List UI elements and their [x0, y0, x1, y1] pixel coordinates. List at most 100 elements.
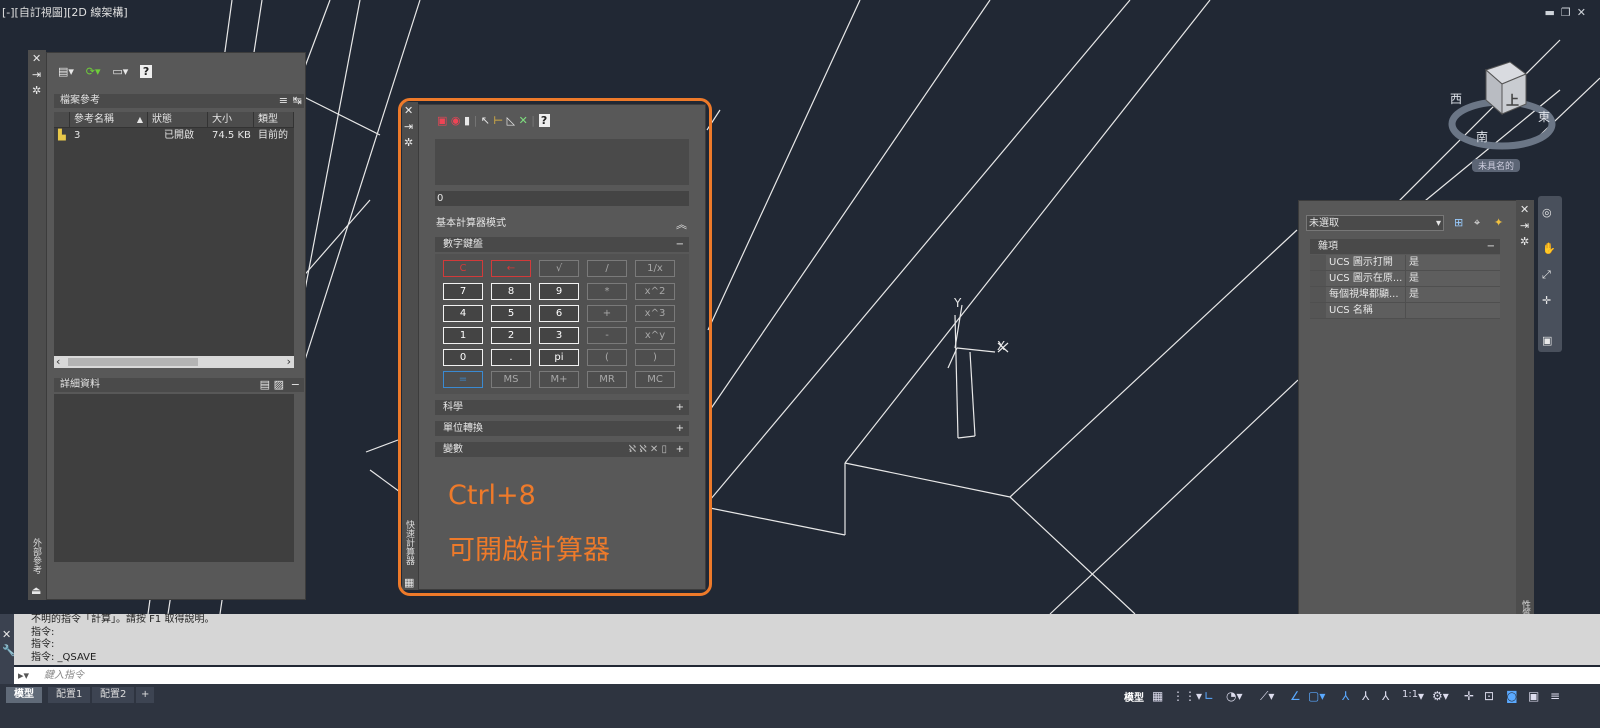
viewport-window-controls[interactable]: ▬❐✕ [1545, 6, 1593, 19]
command-history: 不明的指令「計算」。請按 F1 取得說明。 指令: 指令: 指令: _QSAVE [14, 614, 1600, 665]
chevron-down-icon: ▾ [1435, 218, 1441, 229]
col-ref-name[interactable]: 參考名稱 ▲ [70, 112, 148, 127]
dwg-file-icon: ▙ [58, 130, 66, 141]
annotation-caption: 可開啟計算器 [448, 535, 610, 566]
xref-side-label: 外部參考 [31, 538, 41, 574]
selection-dropdown[interactable]: 未選取 ▾ [1306, 215, 1444, 231]
details-title-label: 詳細資料 [60, 379, 100, 390]
scroll-left-icon[interactable]: ‹ [56, 355, 60, 368]
command-input[interactable]: 鍵入指令 [14, 667, 1600, 684]
scroll-right-icon[interactable]: › [287, 355, 291, 368]
annotation-monitor-icon[interactable]: ✛ [1464, 689, 1474, 703]
property-row[interactable]: UCS 圖示在原... 是 [1310, 271, 1500, 287]
isodraft-icon[interactable]: ⟋▾ [1260, 689, 1274, 704]
collapse-icon[interactable]: − [291, 378, 300, 392]
close-icon[interactable]: ✕ [1577, 6, 1592, 19]
viewport-label[interactable]: [-][自訂視圖][2D 線架構] [2, 4, 128, 20]
showmotion-icon[interactable]: ▣ [1542, 334, 1552, 347]
steering-wheel-icon[interactable]: ◎ [1542, 206, 1552, 219]
minimize-icon[interactable]: ▬ [1545, 6, 1561, 19]
property-row[interactable]: UCS 圖示打開 是 [1310, 255, 1500, 271]
properties-settings-icon[interactable]: ✲ [1520, 235, 1529, 248]
zoom-icon[interactable]: ⤢ [1542, 268, 1551, 282]
ref-status-cell: 已開啟 [164, 130, 194, 141]
command-close-icon[interactable]: ✕ [2, 628, 11, 641]
xref-title-label: 檔案參考 [60, 95, 100, 106]
highlight-frame [398, 98, 712, 596]
grid-icon[interactable]: ▦ [1152, 689, 1163, 703]
tab-layout1[interactable]: 配置1 [48, 687, 91, 703]
clean-screen-icon[interactable]: ▣ [1528, 689, 1539, 703]
help-icon[interactable]: ? [140, 65, 153, 78]
property-row[interactable]: 每個視埠都顯... 是 [1310, 287, 1500, 303]
col-status[interactable]: 狀態 [148, 112, 208, 127]
xref-side-strip[interactable] [28, 50, 46, 600]
properties-autohide-icon[interactable]: ⇥ [1520, 219, 1529, 232]
properties-side-strip[interactable] [1516, 200, 1534, 642]
annotation-shortcut: Ctrl+8 [448, 480, 536, 511]
xref-close-icon[interactable]: ✕ [32, 52, 41, 65]
annotation-visibility-icon[interactable]: ⅄ [1342, 689, 1349, 703]
ucs-y-label: Y [954, 296, 962, 310]
select-objects-icon[interactable]: ⌖ [1474, 216, 1480, 230]
viewcube-top-label[interactable]: 上 [1506, 90, 1519, 109]
restore-icon[interactable]: ❐ [1561, 6, 1577, 19]
command-prompt-icon[interactable]: ▸▾ [18, 669, 29, 682]
command-line-grip[interactable]: ✕ 🔧 [0, 614, 16, 684]
details-section-title: 詳細資料 ▤ ▨ − [54, 378, 304, 392]
viewcube[interactable]: 上 西 東 南 未具名的 [1446, 58, 1558, 174]
tab-layout2[interactable]: 配置2 [92, 687, 135, 703]
tree-view-icon[interactable]: ↹ [293, 94, 302, 108]
add-layout-button[interactable]: + [136, 687, 155, 703]
refresh-icon[interactable]: ⟳▾ [86, 65, 101, 78]
compass-south[interactable]: 南 [1476, 128, 1488, 145]
attach-dwg-icon[interactable]: ▤▾ [58, 65, 74, 78]
table-row[interactable]: ▙ 3 已開啟 74.5 KB 目前的 [54, 128, 294, 143]
auto-scale-icon[interactable]: ⅄ [1362, 689, 1369, 703]
scale-dropdown-icon[interactable]: ▾ [1418, 689, 1424, 703]
model-space-button[interactable]: 模型 [1124, 689, 1144, 704]
collapse-icon[interactable]: − [1487, 239, 1495, 254]
xref-horizontal-scrollbar[interactable]: ‹ › [54, 355, 294, 368]
xref-toolbar: ▤▾ ⟳▾ ▭▾ ? [58, 64, 160, 84]
status-bar: 模型 配置1 配置2 + 模型 ▦ ⋮⋮▾ ∟ ◔▾ ⟋▾ ∠ ▢▾ ⅄ ⅄ ⅄… [0, 684, 1600, 728]
preview-view-icon[interactable]: ▨ [274, 378, 284, 392]
xref-table: 參考名稱 ▲ 狀態 大小 類型 ▙ 3 已開啟 74.5 KB 目前的 [54, 112, 294, 356]
object-snap-tracking-icon[interactable]: ∠ [1290, 689, 1301, 703]
list-view-icon[interactable]: ≡ [279, 94, 288, 108]
quick-select-icon[interactable]: ✦ [1494, 216, 1503, 229]
properties-grid: UCS 圖示打開 是 UCS 圖示在原... 是 每個視埠都顯... 是 UCS… [1310, 255, 1500, 319]
ref-size-cell: 74.5 KB [212, 130, 251, 141]
scroll-thumb[interactable] [68, 358, 198, 366]
xref-table-header: 參考名稱 ▲ 狀態 大小 類型 [54, 112, 294, 128]
compass-east[interactable]: 東 [1538, 108, 1550, 125]
ortho-icon[interactable]: ∟ [1204, 689, 1214, 703]
toggle-pickadd-icon[interactable]: ⊞ [1454, 216, 1463, 229]
workspace-gear-icon[interactable]: ⚙▾ [1432, 689, 1449, 703]
xref-side-icon[interactable]: ⏏ [31, 584, 41, 597]
object-snap-icon[interactable]: ▢▾ [1308, 689, 1325, 703]
customization-menu-icon[interactable]: ≡ [1550, 689, 1560, 703]
annotation-scale-value[interactable]: 1:1 [1402, 689, 1418, 700]
ucs-name-menu[interactable]: 未具名的 [1472, 159, 1521, 172]
details-view-icon[interactable]: ▤ [260, 378, 270, 392]
col-type[interactable]: 類型 [254, 112, 294, 127]
misc-category-header[interactable]: 雜項 − [1310, 239, 1500, 254]
units-icon[interactable]: ⊡ [1484, 689, 1494, 703]
ucs-x-label: X [997, 339, 1006, 353]
polar-icon[interactable]: ◔▾ [1226, 689, 1243, 703]
xref-autohide-icon[interactable]: ⇥ [32, 68, 41, 81]
tab-model[interactable]: 模型 [6, 687, 42, 703]
compass-west[interactable]: 西 [1450, 90, 1462, 107]
snap-icon[interactable]: ⋮⋮▾ [1172, 689, 1202, 703]
orbit-icon[interactable]: ✛ [1542, 294, 1551, 307]
property-row[interactable]: UCS 名稱 [1310, 303, 1500, 319]
pan-icon[interactable]: ✋ [1542, 242, 1556, 255]
annotation-scale-icon[interactable]: ⅄ [1382, 689, 1389, 703]
properties-close-icon[interactable]: ✕ [1520, 203, 1529, 216]
quick-properties-icon[interactable]: ◙ [1506, 689, 1518, 703]
col-size[interactable]: 大小 [208, 112, 254, 127]
navigation-bar[interactable]: ◎ ✋ ⤢ ✛ ▣ [1538, 196, 1562, 352]
change-path-icon[interactable]: ▭▾ [112, 65, 128, 78]
xref-settings-icon[interactable]: ✲ [32, 84, 41, 97]
